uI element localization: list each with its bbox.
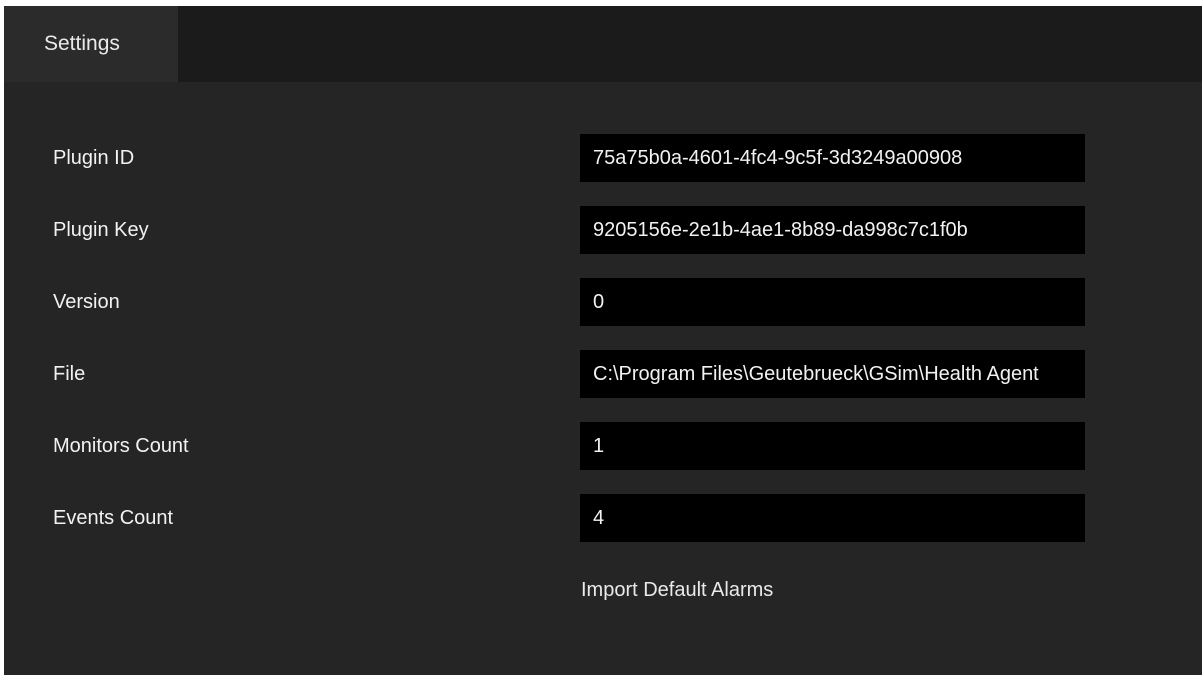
file-field[interactable] [580,350,1085,398]
tab-settings[interactable]: Settings [4,6,178,82]
monitors-count-row: Monitors Count [4,422,1202,470]
file-row: File [4,350,1202,398]
import-default-alarms-button[interactable]: Import Default Alarms [581,566,773,614]
plugin-key-label: Plugin Key [53,219,149,241]
tab-bar: Settings [4,6,1202,82]
file-label: File [53,363,86,385]
version-field[interactable] [580,278,1085,326]
version-label: Version [53,291,120,313]
plugin-key-field[interactable] [580,206,1085,254]
events-count-row: Events Count [4,494,1202,542]
settings-window: Settings Plugin ID Plugin Key Version Fi… [4,6,1202,675]
settings-form: Plugin ID Plugin Key Version File Monito… [4,82,1202,675]
version-row: Version [4,278,1202,326]
plugin-id-label: Plugin ID [53,147,135,169]
events-count-label: Events Count [53,507,174,529]
plugin-id-row: Plugin ID [4,134,1202,182]
monitors-count-label: Monitors Count [53,435,189,457]
monitors-count-field[interactable] [580,422,1085,470]
plugin-id-field[interactable] [580,134,1085,182]
plugin-key-row: Plugin Key [4,206,1202,254]
events-count-field[interactable] [580,494,1085,542]
